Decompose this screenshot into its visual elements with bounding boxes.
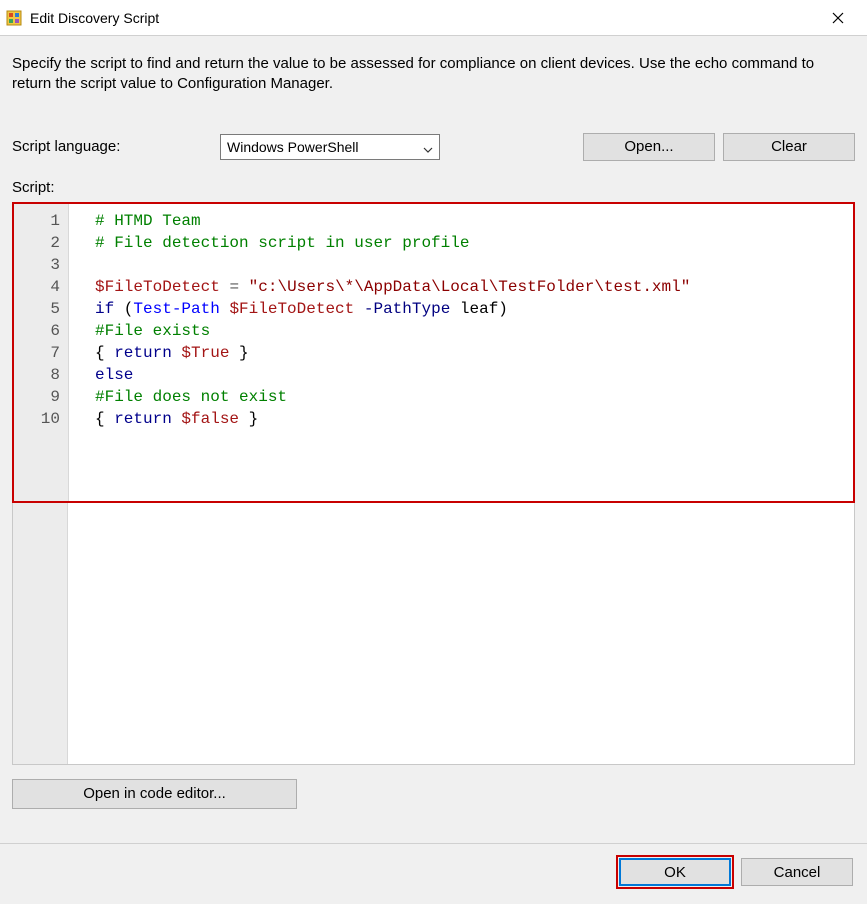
- line-number: 3: [26, 254, 60, 276]
- line-number: 1: [26, 210, 60, 232]
- line-number: 9: [26, 386, 60, 408]
- script-language-label: Script language:: [12, 138, 212, 155]
- code-line: if (Test-Path $FileToDetect -PathType le…: [95, 298, 845, 320]
- cancel-button-label: Cancel: [774, 864, 821, 881]
- line-number: 8: [26, 364, 60, 386]
- line-number: 5: [26, 298, 60, 320]
- code-line: [95, 254, 845, 276]
- editor-code[interactable]: # HTMD Team# File detection script in us…: [69, 204, 853, 501]
- line-number: 10: [26, 408, 60, 430]
- editor-empty-area[interactable]: [12, 503, 855, 765]
- chevron-down-icon: [423, 142, 433, 152]
- dialog-footer: OK Cancel: [0, 843, 867, 904]
- clear-button[interactable]: Clear: [723, 133, 855, 161]
- line-number: 4: [26, 276, 60, 298]
- editor-gutter: 12345678910: [14, 204, 69, 501]
- open-in-code-editor-label: Open in code editor...: [83, 785, 226, 802]
- clear-button-label: Clear: [771, 138, 807, 155]
- instructions-text: Specify the script to find and return th…: [12, 54, 855, 95]
- code-line: { return $false }: [95, 408, 845, 430]
- window-titlebar: Edit Discovery Script: [0, 0, 867, 36]
- script-language-select[interactable]: Windows PowerShell: [220, 134, 440, 160]
- close-icon: [832, 12, 844, 24]
- script-label: Script:: [12, 179, 855, 196]
- window-title: Edit Discovery Script: [30, 10, 815, 26]
- open-button[interactable]: Open...: [583, 133, 715, 161]
- open-in-code-editor-button[interactable]: Open in code editor...: [12, 779, 297, 809]
- close-button[interactable]: [815, 0, 861, 36]
- line-number: 2: [26, 232, 60, 254]
- code-line: #File does not exist: [95, 386, 845, 408]
- code-line: # HTMD Team: [95, 210, 845, 232]
- code-line: # File detection script in user profile: [95, 232, 845, 254]
- code-line: { return $True }: [95, 342, 845, 364]
- code-line: $FileToDetect = "c:\Users\*\AppData\Loca…: [95, 276, 845, 298]
- code-line: #File exists: [95, 320, 845, 342]
- code-line: else: [95, 364, 845, 386]
- script-language-value: Windows PowerShell: [227, 139, 359, 155]
- ok-button-label: OK: [664, 864, 686, 881]
- editor-gutter-empty: [13, 503, 68, 764]
- script-editor[interactable]: 12345678910 # HTMD Team# File detection …: [12, 202, 855, 503]
- open-button-label: Open...: [624, 138, 673, 155]
- app-icon: [6, 10, 22, 26]
- ok-button[interactable]: OK: [619, 858, 731, 886]
- line-number: 7: [26, 342, 60, 364]
- cancel-button[interactable]: Cancel: [741, 858, 853, 886]
- line-number: 6: [26, 320, 60, 342]
